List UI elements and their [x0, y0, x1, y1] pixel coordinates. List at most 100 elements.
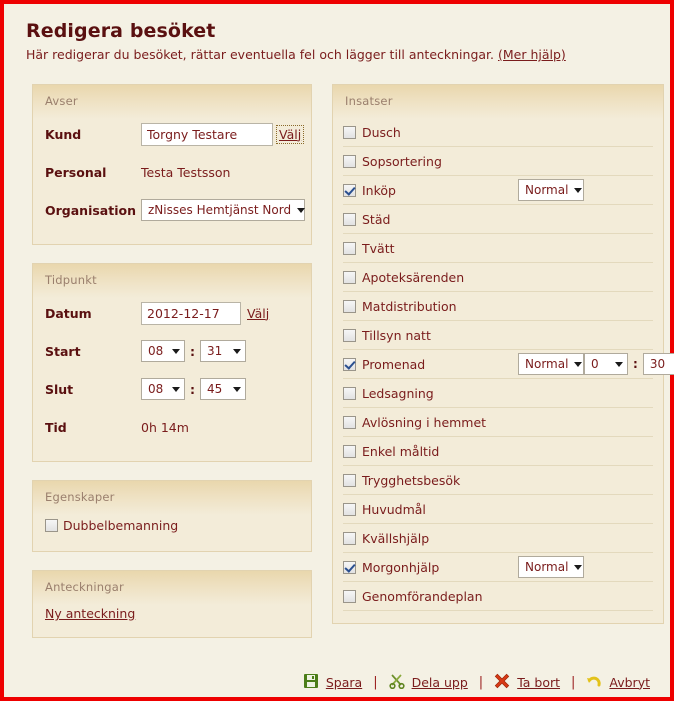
- insats-label: Inköp: [362, 182, 396, 198]
- insats-label: Trygghetsbesök: [362, 472, 461, 488]
- insats-row[interactable]: Tillsyn natt: [343, 321, 653, 350]
- insats-row[interactable]: Dusch: [343, 118, 653, 147]
- action-separator: |: [373, 674, 378, 690]
- insats-row[interactable]: Promenad Normal 0:30: [343, 350, 674, 379]
- action-separator: |: [478, 674, 484, 690]
- more-help-link[interactable]: (Mer hjälp): [498, 47, 566, 62]
- insats-checkbox[interactable]: [343, 212, 356, 226]
- kund-input[interactable]: [141, 122, 273, 146]
- insats-hours-select-value: 0: [591, 357, 599, 371]
- insats-row[interactable]: Avlösning i hemmet: [343, 408, 653, 437]
- panel-egenskaper-body: Dubbelbemanning: [33, 514, 311, 539]
- dubbelbemanning-label: Dubbelbemanning: [63, 518, 179, 533]
- edit-visit-page: { "header": { "title": "Redigera besöket…: [0, 0, 674, 701]
- insats-label: Genomförandeplan: [362, 588, 483, 604]
- insats-checkbox[interactable]: [343, 270, 356, 284]
- insats-checkbox[interactable]: [343, 444, 356, 458]
- insats-label: Enkel måltid: [362, 443, 440, 459]
- insats-checkbox[interactable]: [343, 241, 356, 255]
- dubbelbemanning-checkbox[interactable]: [45, 519, 58, 532]
- row-start: Start 08 : 31: [45, 335, 299, 367]
- insats-row[interactable]: Apoteksärenden: [343, 263, 653, 292]
- insats-label: Huvudmål: [362, 501, 426, 517]
- insats-label: Tvätt: [362, 240, 395, 256]
- insats-label: Avlösning i hemmet: [362, 414, 487, 430]
- start-minute-select[interactable]: 31: [200, 340, 246, 362]
- insats-label: Ledsagning: [362, 385, 434, 401]
- insats-row[interactable]: Inköp Normal: [343, 176, 653, 205]
- kund-label: Kund: [45, 126, 82, 142]
- insats-label: Kvällshjälp: [362, 530, 430, 546]
- insats-checkbox[interactable]: [343, 415, 356, 429]
- action-dela-upp[interactable]: Dela upp: [388, 673, 468, 691]
- insats-checkbox[interactable]: [343, 502, 356, 516]
- insats-level-select[interactable]: Normal: [518, 556, 584, 578]
- insats-row[interactable]: Morgonhjälp Normal: [343, 553, 653, 582]
- insats-row[interactable]: Tvätt: [343, 234, 653, 263]
- insats-row[interactable]: Huvudmål: [343, 495, 653, 524]
- insats-checkbox[interactable]: [343, 299, 356, 313]
- insats-checkbox[interactable]: [343, 125, 356, 139]
- organisation-value-group: zNisses Hemtjänst Nord: [141, 199, 306, 221]
- panel-tidpunkt-title: Tidpunkt: [45, 273, 97, 287]
- action-ta-bort[interactable]: Ta bort: [494, 673, 560, 691]
- insats-checkbox[interactable]: [343, 560, 356, 574]
- row-slut: Slut 08 : 45: [45, 373, 299, 405]
- insats-level-select[interactable]: Normal: [518, 179, 584, 201]
- insats-checkbox[interactable]: [343, 154, 356, 168]
- insats-label: Dusch: [362, 124, 401, 140]
- insats-label: Städ: [362, 211, 391, 227]
- panel-egenskaper-title: Egenskaper: [45, 490, 115, 504]
- right-column: Insatser Dusch Sopsortering Inköp Normal Stä…: [332, 84, 674, 642]
- organisation-select[interactable]: zNisses Hemtjänst Nord: [141, 199, 306, 221]
- insats-hours-select[interactable]: 0: [584, 353, 628, 375]
- new-note-link[interactable]: Ny anteckning: [45, 604, 135, 625]
- organisation-select-value: zNisses Hemtjänst Nord: [148, 203, 292, 217]
- start-label: Start: [45, 343, 81, 359]
- insats-checkbox[interactable]: [343, 357, 356, 371]
- slut-hour-select[interactable]: 08: [141, 378, 185, 400]
- insats-minutes-select-value: 30: [649, 357, 666, 371]
- insats-row[interactable]: Sopsortering: [343, 147, 653, 176]
- insats-checkbox[interactable]: [343, 183, 356, 197]
- action-spara[interactable]: Spara: [303, 673, 362, 691]
- page-subtitle: Här redigerar du besöket, rättar eventue…: [26, 47, 648, 62]
- insats-label: Matdistribution: [362, 298, 457, 314]
- insats-row[interactable]: Enkel måltid: [343, 437, 653, 466]
- insats-row[interactable]: Ledsagning: [343, 379, 653, 408]
- content-columns: Avser Kund Välj Personal Testa Testsson …: [4, 62, 674, 656]
- insats-row[interactable]: Städ: [343, 205, 653, 234]
- insats-checkbox[interactable]: [343, 328, 356, 342]
- insats-level-select-value: Normal: [525, 357, 569, 371]
- chevron-down-icon: [233, 386, 241, 392]
- row-personal: Personal Testa Testsson: [45, 156, 299, 188]
- page-header: Redigera besöket Här redigerar du besöke…: [4, 4, 670, 62]
- kund-select-link[interactable]: Välj: [275, 124, 305, 144]
- insats-label: Apoteksärenden: [362, 269, 465, 285]
- insats-checkbox[interactable]: [343, 386, 356, 400]
- row-dubbelbemanning[interactable]: Dubbelbemanning: [45, 514, 299, 539]
- action-separator: |: [571, 674, 576, 690]
- action-avbryt[interactable]: Avbryt: [586, 673, 650, 691]
- insats-row[interactable]: Kvällshjälp: [343, 524, 653, 553]
- datum-input[interactable]: [141, 301, 241, 325]
- insats-row[interactable]: Genomförandeplan: [343, 582, 653, 611]
- start-hour-select[interactable]: 08: [141, 340, 185, 362]
- insats-checkbox[interactable]: [343, 531, 356, 545]
- delete-x-icon: [494, 673, 512, 691]
- page-title: Redigera besöket: [26, 20, 216, 42]
- insats-checkbox[interactable]: [343, 473, 356, 487]
- tid-value: 0h 14m: [141, 419, 189, 435]
- insats-minutes-select[interactable]: 30: [642, 353, 674, 375]
- insats-level-select-value: Normal: [525, 183, 569, 197]
- datum-select-link[interactable]: Välj: [247, 306, 269, 321]
- insats-checkbox[interactable]: [343, 589, 356, 603]
- chevron-down-icon: [574, 361, 583, 367]
- slut-minute-select[interactable]: 45: [200, 378, 246, 400]
- page-subtitle-text: Här redigerar du besöket, rättar eventue…: [26, 47, 494, 62]
- insats-level-select[interactable]: Normal: [518, 353, 584, 375]
- kund-value-group: Välj: [141, 122, 305, 146]
- insats-row[interactable]: Matdistribution: [343, 292, 653, 321]
- organisation-label: Organisation: [45, 202, 136, 218]
- insats-row[interactable]: Trygghetsbesök: [343, 466, 653, 495]
